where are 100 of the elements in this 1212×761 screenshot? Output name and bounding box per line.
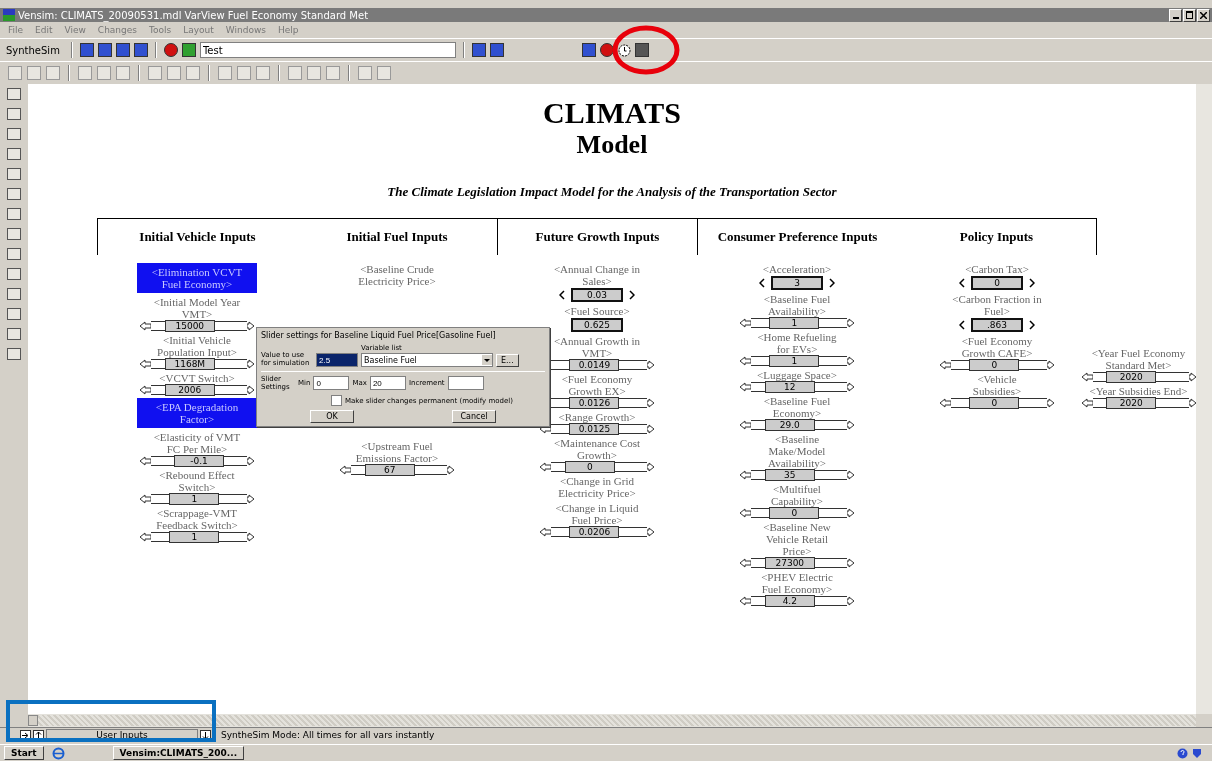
- left-chevron-icon[interactable]: [759, 278, 765, 288]
- left-arrow-icon[interactable]: [939, 360, 951, 370]
- up-arrow-icon[interactable]: [33, 729, 44, 741]
- slider-thumb[interactable]: 2006: [164, 384, 215, 396]
- slider-thumb[interactable]: -0.1: [174, 455, 224, 467]
- toolbar-icon[interactable]: [489, 43, 504, 57]
- max-field[interactable]: 20: [369, 376, 406, 390]
- restore-button[interactable]: [1183, 8, 1196, 22]
- right-arrow-icon[interactable]: [647, 398, 655, 408]
- slider-thumb[interactable]: 0.0125: [569, 423, 620, 435]
- right-chevron-icon[interactable]: [1029, 278, 1035, 288]
- toolbar-icon[interactable]: [634, 43, 649, 57]
- right-arrow-icon[interactable]: [847, 558, 855, 568]
- left-arrow-icon[interactable]: [139, 456, 151, 466]
- tool-icon[interactable]: [7, 148, 21, 160]
- increment-field[interactable]: [447, 376, 484, 390]
- tool-icon[interactable]: [7, 348, 21, 360]
- left-arrow-icon[interactable]: [739, 420, 751, 430]
- down-arrow-icon[interactable]: [200, 729, 211, 741]
- tool-icon[interactable]: [7, 88, 21, 100]
- right-arrow-icon[interactable]: [1188, 372, 1196, 382]
- tool-icon[interactable]: [7, 268, 21, 280]
- minimize-button[interactable]: [1169, 8, 1182, 22]
- text-field[interactable]: Test: [199, 42, 456, 58]
- slider-thumb[interactable]: 15000: [164, 320, 215, 332]
- right-chevron-icon[interactable]: [829, 278, 835, 288]
- variable-dropdown[interactable]: Baseline Fuel: [361, 353, 493, 367]
- right-arrow-icon[interactable]: [1188, 398, 1196, 408]
- right-arrow-icon[interactable]: [247, 494, 255, 504]
- left-arrow-icon[interactable]: [139, 532, 151, 542]
- right-arrow-icon[interactable]: [847, 470, 855, 480]
- toolbar-icon[interactable]: [181, 43, 196, 57]
- checkbox[interactable]: [331, 395, 342, 406]
- right-arrow-icon[interactable]: [247, 456, 255, 466]
- left-arrow-icon[interactable]: [539, 462, 551, 472]
- cancel-button[interactable]: Cancel: [452, 410, 496, 423]
- toolbar-icon[interactable]: [581, 43, 596, 57]
- left-chevron-icon[interactable]: [959, 278, 965, 288]
- slider-thumb[interactable]: 1: [169, 531, 220, 543]
- slider-thumb[interactable]: 0: [564, 461, 615, 473]
- tool-icon[interactable]: [7, 328, 21, 340]
- right-chevron-icon[interactable]: [1029, 320, 1035, 330]
- left-arrow-icon[interactable]: [739, 508, 751, 518]
- left-arrow-icon[interactable]: [539, 527, 551, 537]
- right-arrow-icon[interactable]: [647, 424, 655, 434]
- caret-icon[interactable]: [482, 355, 492, 365]
- slider-thumb[interactable]: 0.0126: [569, 397, 620, 409]
- tool-icon[interactable]: [7, 128, 21, 140]
- slider-thumb[interactable]: 27300: [764, 557, 815, 569]
- left-arrow-icon[interactable]: [739, 558, 751, 568]
- toolbar-icon[interactable]: [599, 43, 614, 57]
- toolbar-icon[interactable]: [471, 43, 486, 57]
- left-arrow-icon[interactable]: [139, 494, 151, 504]
- right-arrow-icon[interactable]: [847, 508, 855, 518]
- right-arrow-icon[interactable]: [847, 596, 855, 606]
- tool-icon[interactable]: [7, 228, 21, 240]
- slider-thumb[interactable]: 4.2: [764, 595, 815, 607]
- slider-thumb[interactable]: 35: [764, 469, 815, 481]
- slider-thumb[interactable]: 0.0206: [569, 526, 620, 538]
- left-arrow-icon[interactable]: [739, 318, 751, 328]
- vertical-scrollbar[interactable]: [1196, 84, 1212, 714]
- left-chevron-icon[interactable]: [559, 290, 565, 300]
- right-chevron-icon[interactable]: [629, 290, 635, 300]
- tool-icon[interactable]: [7, 208, 21, 220]
- min-field[interactable]: 0: [313, 376, 350, 390]
- right-arrow-icon[interactable]: [847, 318, 855, 328]
- horizontal-scrollbar[interactable]: [28, 714, 1196, 727]
- right-arrow-icon[interactable]: [647, 360, 655, 370]
- left-arrow-icon[interactable]: [939, 398, 951, 408]
- slider-thumb[interactable]: 0: [969, 359, 1020, 371]
- right-arrow-icon[interactable]: [247, 359, 255, 369]
- right-arrow-icon[interactable]: [247, 321, 255, 331]
- right-arrow-icon[interactable]: [647, 527, 655, 537]
- tool-icon[interactable]: [7, 308, 21, 320]
- slider-thumb[interactable]: 29.0: [764, 419, 815, 431]
- right-arrow-icon[interactable]: [447, 465, 455, 475]
- left-arrow-icon[interactable]: [739, 382, 751, 392]
- slider-thumb[interactable]: 12: [764, 381, 815, 393]
- right-arrow-icon[interactable]: [847, 356, 855, 366]
- left-arrow-icon[interactable]: [739, 356, 751, 366]
- left-arrow-icon[interactable]: [739, 596, 751, 606]
- tool-icon[interactable]: [7, 288, 21, 300]
- slider-thumb[interactable]: 0.0149: [569, 359, 620, 371]
- shield-icon[interactable]: [1192, 747, 1202, 759]
- clock-icon[interactable]: [617, 43, 631, 57]
- start-button[interactable]: Start: [4, 746, 44, 760]
- left-chevron-icon[interactable]: [959, 320, 965, 330]
- left-arrow-icon[interactable]: [739, 470, 751, 480]
- edit-button[interactable]: E...: [496, 354, 519, 367]
- left-arrow-icon[interactable]: [139, 359, 151, 369]
- right-arrow-icon[interactable]: [1047, 398, 1055, 408]
- slider-thumb[interactable]: 1: [769, 355, 820, 367]
- right-arrow-icon[interactable]: [1047, 360, 1055, 370]
- value-field[interactable]: 2.5: [316, 353, 358, 367]
- slider-thumb[interactable]: 1168M: [164, 358, 215, 370]
- right-arrow-icon[interactable]: [247, 532, 255, 542]
- tool-icon[interactable]: [7, 188, 21, 200]
- slider-thumb[interactable]: 2020: [1106, 371, 1157, 383]
- toolbar-icon[interactable]: [115, 43, 130, 57]
- slider-thumb[interactable]: 67: [364, 464, 415, 476]
